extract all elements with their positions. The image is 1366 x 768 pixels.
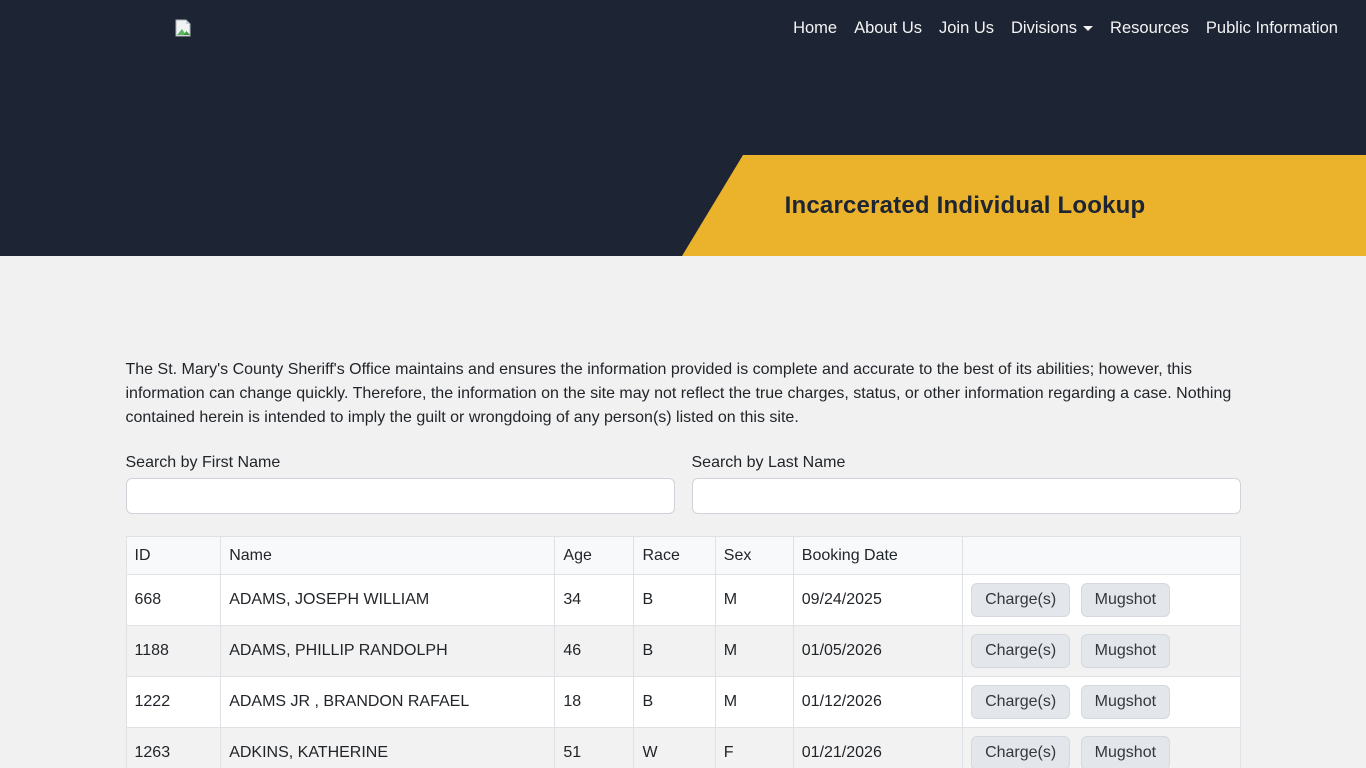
first-name-label: Search by First Name	[126, 454, 675, 472]
cell-actions: Charge(s) Mugshot	[963, 575, 1240, 626]
nav-item-divisions[interactable]: Divisions	[1003, 11, 1101, 46]
mugshot-button[interactable]: Mugshot	[1081, 736, 1170, 768]
search-row: Search by First Name Search by Last Name	[126, 454, 1241, 514]
col-header-name: Name	[221, 537, 555, 575]
nav-item-home[interactable]: Home	[785, 11, 845, 46]
nav-item-about-us[interactable]: About Us	[846, 11, 930, 46]
table-body: 668 ADAMS, JOSEPH WILLIAM 34 B M 09/24/2…	[126, 575, 1240, 768]
table-row: 1188 ADAMS, PHILLIP RANDOLPH 46 B M 01/0…	[126, 626, 1240, 677]
col-header-sex: Sex	[715, 537, 793, 575]
cell-race: B	[634, 626, 715, 677]
col-header-age: Age	[555, 537, 634, 575]
cell-age: 46	[555, 626, 634, 677]
page-title-banner: Incarcerated Individual Lookup	[682, 155, 1366, 256]
cell-age: 18	[555, 677, 634, 728]
cell-name: ADKINS, KATHERINE	[221, 728, 555, 768]
cell-actions: Charge(s) Mugshot	[963, 626, 1240, 677]
first-name-input[interactable]	[126, 478, 675, 514]
col-header-booking-date: Booking Date	[793, 537, 962, 575]
broken-image-icon	[174, 19, 192, 37]
nav-item-resources[interactable]: Resources	[1102, 11, 1197, 46]
col-header-race: Race	[634, 537, 715, 575]
top-navbar: HomeAbout UsJoin UsDivisionsResourcesPub…	[0, 0, 1366, 56]
mugshot-button[interactable]: Mugshot	[1081, 634, 1170, 668]
col-header-id: ID	[126, 537, 221, 575]
cell-actions: Charge(s) Mugshot	[963, 728, 1240, 768]
cell-race: W	[634, 728, 715, 768]
cell-sex: F	[715, 728, 793, 768]
nav-item-public-information[interactable]: Public Information	[1198, 11, 1346, 46]
last-name-label: Search by Last Name	[692, 454, 1241, 472]
last-name-input[interactable]	[692, 478, 1241, 514]
cell-name: ADAMS, JOSEPH WILLIAM	[221, 575, 555, 626]
cell-name: ADAMS, PHILLIP RANDOLPH	[221, 626, 555, 677]
cell-id: 1263	[126, 728, 221, 768]
table-header-row: ID Name Age Race Sex Booking Date	[126, 537, 1240, 575]
chevron-down-icon	[1083, 26, 1093, 31]
mugshot-button[interactable]: Mugshot	[1081, 583, 1170, 617]
nav-links: HomeAbout UsJoin UsDivisionsResourcesPub…	[784, 11, 1346, 46]
cell-booking-date: 09/24/2025	[793, 575, 962, 626]
table-row: 1222 ADAMS JR , BRANDON RAFAEL 18 B M 01…	[126, 677, 1240, 728]
cell-age: 34	[555, 575, 634, 626]
charges-button[interactable]: Charge(s)	[971, 634, 1070, 668]
search-first-name-group: Search by First Name	[126, 454, 675, 514]
table-row: 668 ADAMS, JOSEPH WILLIAM 34 B M 09/24/2…	[126, 575, 1240, 626]
charges-button[interactable]: Charge(s)	[971, 736, 1070, 768]
nav-item-join-us[interactable]: Join Us	[931, 11, 1002, 46]
search-last-name-group: Search by Last Name	[692, 454, 1241, 514]
cell-sex: M	[715, 626, 793, 677]
site-header: HomeAbout UsJoin UsDivisionsResourcesPub…	[0, 0, 1366, 256]
cell-sex: M	[715, 575, 793, 626]
table-row: 1263 ADKINS, KATHERINE 51 W F 01/21/2026…	[126, 728, 1240, 768]
cell-race: B	[634, 677, 715, 728]
page-title: Incarcerated Individual Lookup	[785, 192, 1146, 220]
cell-booking-date: 01/21/2026	[793, 728, 962, 768]
cell-booking-date: 01/05/2026	[793, 626, 962, 677]
cell-name: ADAMS JR , BRANDON RAFAEL	[221, 677, 555, 728]
main-content: The St. Mary's County Sheriff's Office m…	[126, 256, 1241, 768]
disclaimer-text: The St. Mary's County Sheriff's Office m…	[126, 256, 1241, 430]
cell-sex: M	[715, 677, 793, 728]
cell-race: B	[634, 575, 715, 626]
cell-id: 1222	[126, 677, 221, 728]
col-header-actions	[963, 537, 1240, 575]
cell-id: 1188	[126, 626, 221, 677]
cell-actions: Charge(s) Mugshot	[963, 677, 1240, 728]
mugshot-button[interactable]: Mugshot	[1081, 685, 1170, 719]
charges-button[interactable]: Charge(s)	[971, 685, 1070, 719]
cell-booking-date: 01/12/2026	[793, 677, 962, 728]
inmate-table: ID Name Age Race Sex Booking Date 668 AD…	[126, 536, 1241, 768]
cell-age: 51	[555, 728, 634, 768]
cell-id: 668	[126, 575, 221, 626]
charges-button[interactable]: Charge(s)	[971, 583, 1070, 617]
navbar-brand-logo[interactable]	[174, 19, 192, 37]
